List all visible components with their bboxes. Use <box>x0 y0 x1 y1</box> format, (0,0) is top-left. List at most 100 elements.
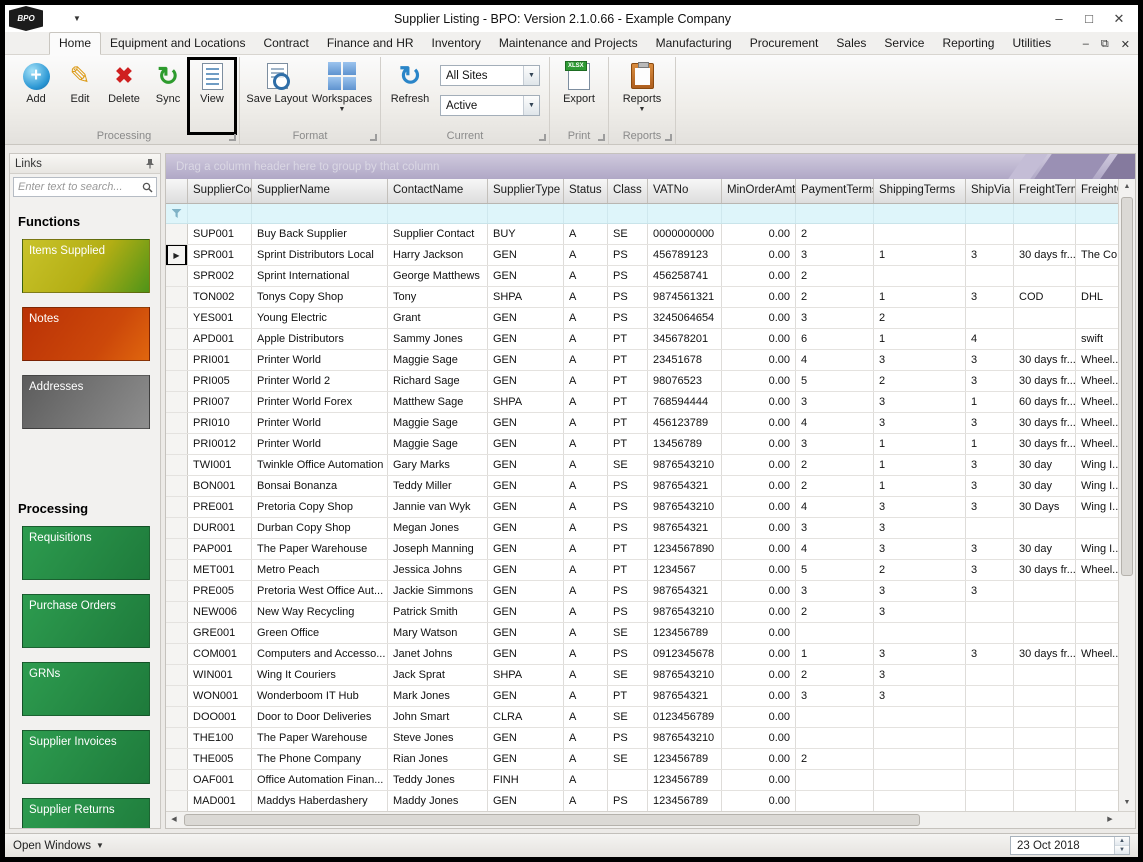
grid-cell-shippingterms[interactable]: 1 <box>874 287 966 307</box>
grid-cell-freightterms[interactable] <box>1014 665 1076 685</box>
grid-cell-shippingterms[interactable]: 3 <box>874 665 966 685</box>
grid-cell-minorderamt[interactable]: 0.00 <box>722 455 796 475</box>
grid-cell-freightterms[interactable]: 30 days fr... <box>1014 434 1076 454</box>
grid-cell-status[interactable]: A <box>564 455 608 475</box>
table-row[interactable]: TWI001 Twinkle Office Automation Gary Ma… <box>166 455 1135 476</box>
grid-cell-paymentterms[interactable]: 3 <box>796 245 874 265</box>
grid-cell-suppliername[interactable]: The Phone Company <box>252 749 388 769</box>
grid-cell-status[interactable]: A <box>564 581 608 601</box>
grid-cell-suppliercode[interactable]: COM001 <box>188 644 252 664</box>
grid-cell-shipvia[interactable] <box>966 707 1014 727</box>
column-header-shippingterms[interactable]: ShippingTerms <box>874 179 966 203</box>
grid-cell-suppliername[interactable]: Door to Door Deliveries <box>252 707 388 727</box>
grid-cell-vatno[interactable]: 345678201 <box>648 329 722 349</box>
grid-cell-contactname[interactable]: Maddy Jones <box>388 791 488 811</box>
table-row[interactable]: PRI007 Printer World Forex Matthew Sage … <box>166 392 1135 413</box>
grid-cell-minorderamt[interactable]: 0.00 <box>722 476 796 496</box>
grid-cell-paymentterms[interactable]: 2 <box>796 476 874 496</box>
tab-procurement[interactable]: Procurement <box>741 33 828 54</box>
grid-cell-minorderamt[interactable]: 0.00 <box>722 287 796 307</box>
grid-cell-freightterms[interactable] <box>1014 791 1076 811</box>
grid-cell-suppliername[interactable]: Bonsai Bonanza <box>252 476 388 496</box>
table-row[interactable]: PRE005 Pretoria West Office Aut... Jacki… <box>166 581 1135 602</box>
grid-cell-contactname[interactable]: Steve Jones <box>388 728 488 748</box>
grid-cell-class[interactable]: PT <box>608 434 648 454</box>
filter-cell[interactable] <box>564 204 608 223</box>
grid-cell-suppliercode[interactable]: TON002 <box>188 287 252 307</box>
grid-cell-contactname[interactable]: Maggie Sage <box>388 413 488 433</box>
grid-cell-paymentterms[interactable]: 4 <box>796 539 874 559</box>
group-by-bar[interactable]: Drag a column header here to group by th… <box>166 154 1135 179</box>
grid-cell-freightterms[interactable]: 30 days fr... <box>1014 245 1076 265</box>
requisitions-button[interactable]: Requisitions <box>22 526 150 580</box>
grid-cell-suppliername[interactable]: Maddys Haberdashery <box>252 791 388 811</box>
grid-cell-shipvia[interactable] <box>966 686 1014 706</box>
grid-cell-suppliertype[interactable]: GEN <box>488 518 564 538</box>
grid-cell-freightterms[interactable]: 30 day <box>1014 476 1076 496</box>
grid-cell-freightterms[interactable] <box>1014 686 1076 706</box>
grid-cell-class[interactable]: SE <box>608 224 648 244</box>
grid-cell-vatno[interactable]: 9876543210 <box>648 665 722 685</box>
grid-cell-suppliername[interactable]: Wonderboom IT Hub <box>252 686 388 706</box>
grid-cell-contactname[interactable]: Patrick Smith <box>388 602 488 622</box>
grid-cell-paymentterms[interactable]: 2 <box>796 602 874 622</box>
grid-cell-status[interactable]: A <box>564 476 608 496</box>
grid-cell-suppliertype[interactable]: CLRA <box>488 707 564 727</box>
grid-cell-status[interactable]: A <box>564 392 608 412</box>
grid-cell-suppliertype[interactable]: SHPA <box>488 392 564 412</box>
table-row[interactable]: COM001 Computers and Accesso... Janet Jo… <box>166 644 1135 665</box>
grid-cell-paymentterms[interactable]: 2 <box>796 287 874 307</box>
refresh-button[interactable]: ↻ Refresh <box>386 59 434 123</box>
grid-cell-paymentterms[interactable]: 4 <box>796 497 874 517</box>
grid-cell-vatno[interactable]: 123456789 <box>648 770 722 790</box>
column-header-paymentterms[interactable]: PaymentTerms <box>796 179 874 203</box>
grid-cell-freightterms[interactable]: 30 days fr... <box>1014 560 1076 580</box>
grid-cell-suppliername[interactable]: Pretoria Copy Shop <box>252 497 388 517</box>
grid-cell-contactname[interactable]: Teddy Miller <box>388 476 488 496</box>
grid-cell-shipvia[interactable]: 1 <box>966 392 1014 412</box>
grid-cell-suppliertype[interactable]: GEN <box>488 329 564 349</box>
grid-cell-status[interactable]: A <box>564 644 608 664</box>
grid-cell-shipvia[interactable]: 3 <box>966 539 1014 559</box>
grid-cell-freightterms[interactable] <box>1014 329 1076 349</box>
grid-cell-shippingterms[interactable] <box>874 707 966 727</box>
grid-cell-suppliercode[interactable]: MAD001 <box>188 791 252 811</box>
grid-cell-suppliername[interactable]: Young Electric <box>252 308 388 328</box>
grid-cell-shippingterms[interactable] <box>874 749 966 769</box>
tab-manufacturing[interactable]: Manufacturing <box>647 33 741 54</box>
grid-cell-vatno[interactable]: 3245064654 <box>648 308 722 328</box>
grid-cell-contactname[interactable]: Richard Sage <box>388 371 488 391</box>
grid-cell-suppliername[interactable]: Wing It Couriers <box>252 665 388 685</box>
grid-cell-suppliercode[interactable]: BON001 <box>188 476 252 496</box>
table-row[interactable]: THE100 The Paper Warehouse Steve Jones G… <box>166 728 1135 749</box>
grid-cell-shipvia[interactable]: 1 <box>966 434 1014 454</box>
grid-cell-freightterms[interactable] <box>1014 266 1076 286</box>
grid-cell-class[interactable]: PS <box>608 287 648 307</box>
grid-cell-suppliername[interactable]: Computers and Accesso... <box>252 644 388 664</box>
grid-cell-contactname[interactable]: John Smart <box>388 707 488 727</box>
grid-cell-paymentterms[interactable]: 1 <box>796 644 874 664</box>
grid-cell-paymentterms[interactable]: 5 <box>796 560 874 580</box>
grid-cell-shippingterms[interactable] <box>874 728 966 748</box>
grid-cell-shipvia[interactable]: 3 <box>966 497 1014 517</box>
grid-cell-suppliertype[interactable]: GEN <box>488 644 564 664</box>
grid-cell-paymentterms[interactable] <box>796 728 874 748</box>
grid-cell-minorderamt[interactable]: 0.00 <box>722 350 796 370</box>
delete-button[interactable]: ✖ Delete <box>102 59 146 123</box>
grid-cell-paymentterms[interactable] <box>796 791 874 811</box>
grid-cell-paymentterms[interactable] <box>796 623 874 643</box>
grid-cell-shippingterms[interactable]: 3 <box>874 539 966 559</box>
grid-cell-suppliername[interactable]: Tonys Copy Shop <box>252 287 388 307</box>
grid-cell-minorderamt[interactable]: 0.00 <box>722 560 796 580</box>
tab-equipment-and-locations[interactable]: Equipment and Locations <box>101 33 254 54</box>
filter-cell[interactable] <box>188 204 252 223</box>
grid-cell-class[interactable]: SE <box>608 707 648 727</box>
filter-cell[interactable] <box>388 204 488 223</box>
grid-cell-suppliercode[interactable]: PRE001 <box>188 497 252 517</box>
grid-cell-shippingterms[interactable]: 3 <box>874 644 966 664</box>
grid-cell-paymentterms[interactable]: 2 <box>796 455 874 475</box>
grid-cell-status[interactable]: A <box>564 623 608 643</box>
status-filter-select[interactable]: Active ▼ <box>440 95 540 116</box>
grid-cell-minorderamt[interactable]: 0.00 <box>722 497 796 517</box>
grid-cell-shipvia[interactable]: 3 <box>966 644 1014 664</box>
